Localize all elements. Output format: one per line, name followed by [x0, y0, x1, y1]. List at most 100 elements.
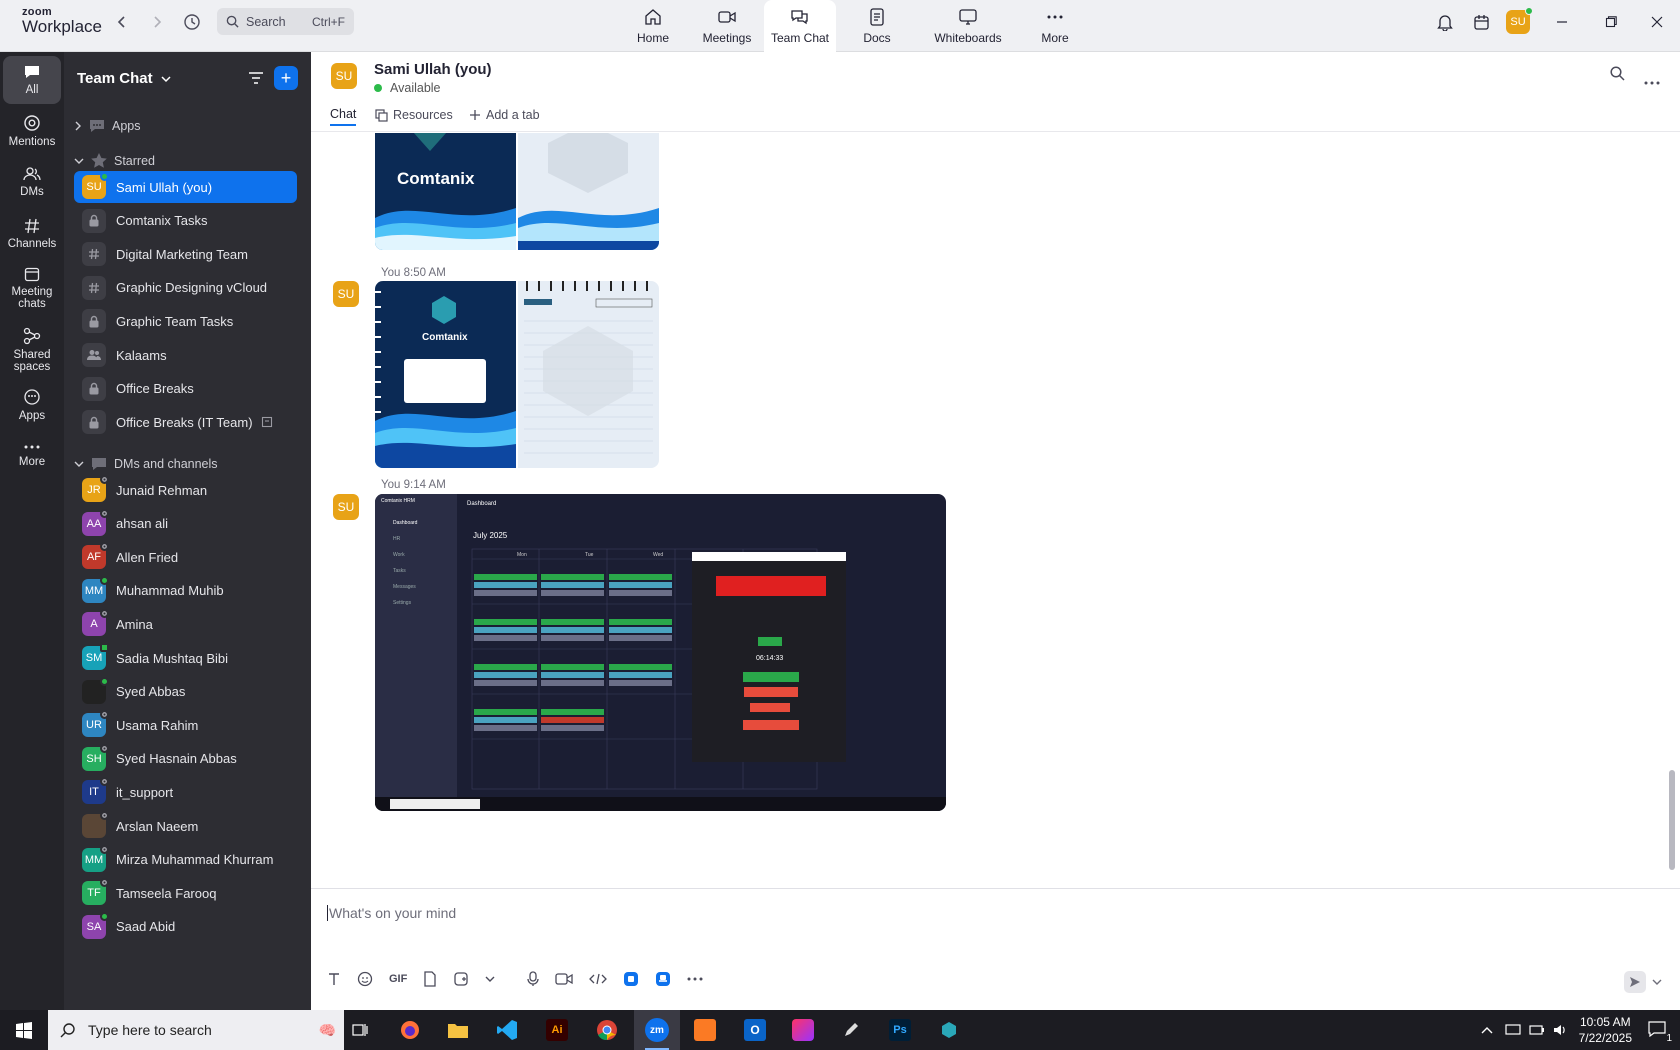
message-input[interactable]: What's on your mind — [327, 905, 456, 921]
xampp-icon[interactable] — [685, 1010, 725, 1050]
close-icon[interactable] — [1642, 0, 1672, 44]
filter-icon[interactable] — [244, 66, 268, 90]
forward-icon[interactable] — [145, 0, 169, 44]
sidebar-item-office-breaks[interactable]: Office Breaks — [74, 373, 297, 405]
rail-all[interactable]: All — [3, 56, 61, 104]
pen-tool-icon[interactable] — [831, 1010, 871, 1050]
meeting-app-icon[interactable] — [655, 971, 671, 987]
rail-channels[interactable]: Channels — [3, 218, 61, 250]
task-view-icon[interactable] — [340, 1010, 380, 1050]
dm-item[interactable]: SH Syed Hasnain Abbas — [74, 743, 297, 775]
maximize-icon[interactable] — [1596, 0, 1626, 44]
new-chat-button[interactable]: + — [274, 66, 298, 90]
rail-dms[interactable]: DMs — [3, 166, 61, 198]
tab-meetings[interactable]: Meetings — [690, 0, 764, 52]
screenshot-attachment[interactable]: Comtanix HRM Dashboard HR Work Tasks Mes… — [375, 494, 946, 811]
outlook-icon[interactable]: O — [735, 1010, 775, 1050]
notifications-icon[interactable] — [1430, 0, 1460, 44]
windows-start-icon[interactable] — [4, 1010, 44, 1050]
more-options-icon[interactable] — [1644, 72, 1660, 90]
rail-meeting-chats[interactable]: Meeting chats — [3, 266, 61, 310]
vscode-icon[interactable] — [487, 1010, 527, 1050]
sender-avatar[interactable]: SU — [333, 281, 359, 307]
chevron-down-icon[interactable] — [1652, 978, 1662, 986]
dm-item[interactable]: MM Mirza Muhammad Khurram — [74, 844, 297, 876]
file-explorer-icon[interactable] — [438, 1010, 478, 1050]
dm-item[interactable]: MM Muhammad Muhib — [74, 575, 297, 607]
comtanix-app-icon[interactable] — [929, 1010, 969, 1050]
dm-item[interactable]: SA Saad Abid — [74, 911, 297, 943]
chevron-down-icon[interactable] — [485, 975, 495, 983]
tab-more[interactable]: More — [1018, 0, 1092, 52]
scrollbar[interactable] — [1669, 770, 1675, 870]
creative-cloud-icon[interactable] — [783, 1010, 823, 1050]
network-icon[interactable] — [1505, 1023, 1521, 1037]
rail-mentions[interactable]: Mentions — [3, 114, 61, 148]
chat-avatar[interactable]: SU — [331, 63, 357, 89]
dm-item[interactable]: AA ahsan ali — [74, 508, 297, 540]
screenshot-icon[interactable] — [453, 971, 469, 987]
tab-add[interactable]: Add a tab — [469, 104, 540, 126]
sender-avatar[interactable]: SU — [333, 494, 359, 520]
app-integration-icon[interactable] — [623, 971, 639, 987]
sidebar-item-office-breaks-it-team[interactable]: Office Breaks (IT Team) — [74, 406, 297, 438]
minimize-icon[interactable] — [1547, 0, 1577, 44]
taskbar-search[interactable]: Type here to search 🧠 — [48, 1010, 344, 1050]
dm-item[interactable]: SM Sadia Mushtaq Bibi — [74, 642, 297, 674]
emoji-icon[interactable] — [357, 971, 373, 987]
search-icon[interactable] — [1610, 66, 1625, 86]
gif-button[interactable]: GIF — [389, 973, 407, 985]
file-icon[interactable] — [423, 971, 437, 987]
history-icon[interactable] — [180, 0, 204, 44]
sidebar-item-digital-marketing-team[interactable]: Digital Marketing Team — [74, 238, 297, 270]
section-starred[interactable]: Starred — [74, 152, 155, 169]
dm-item[interactable]: A Amina — [74, 608, 297, 640]
firefox-icon[interactable] — [390, 1010, 430, 1050]
text-format-icon[interactable] — [327, 972, 341, 986]
sidebar-item-graphic-team-tasks[interactable]: Graphic Team Tasks — [74, 305, 297, 337]
image-attachment[interactable]: Comtanix — [375, 133, 659, 250]
back-icon[interactable] — [110, 0, 134, 44]
chevron-up-icon[interactable] — [1481, 1026, 1493, 1034]
illustrator-icon[interactable]: Ai — [537, 1010, 577, 1050]
send-button[interactable] — [1624, 971, 1646, 993]
sidebar-item-graphic-designing-vcloud[interactable]: Graphic Designing vCloud — [74, 272, 297, 304]
rail-shared-spaces[interactable]: Shared spaces — [3, 327, 61, 373]
section-dms-and-channels[interactable]: DMs and channels — [74, 456, 218, 472]
video-message-icon[interactable] — [555, 972, 573, 986]
profile-avatar[interactable]: SU — [1503, 0, 1533, 44]
section-apps[interactable]: Apps — [74, 118, 141, 134]
sidebar-item-comtanix-tasks[interactable]: Comtanix Tasks — [74, 205, 297, 237]
volume-icon[interactable] — [1553, 1023, 1569, 1037]
dm-item[interactable]: UR Usama Rahim — [74, 709, 297, 741]
image-attachment[interactable]: Comtanix — [375, 281, 659, 468]
chat-title[interactable]: Sami Ullah (you) — [374, 61, 492, 78]
dm-item[interactable]: Arslan Naeem — [74, 810, 297, 842]
sidebar-item-kalaams[interactable]: Kalaams — [74, 339, 297, 371]
rail-apps[interactable]: Apps — [3, 388, 61, 422]
microphone-icon[interactable] — [527, 971, 539, 987]
tab-team-chat[interactable]: Team Chat — [764, 0, 836, 52]
more-icon[interactable] — [687, 977, 703, 981]
clock[interactable]: 10:05 AM 7/22/2025 — [1579, 1014, 1632, 1046]
tab-docs[interactable]: Docs — [836, 0, 918, 52]
dm-item[interactable]: Syed Abbas — [74, 676, 297, 708]
tab-chat[interactable]: Chat — [330, 104, 357, 126]
sidebar-item-sami-ullah-you[interactable]: SU Sami Ullah (you) — [74, 171, 297, 203]
photoshop-icon[interactable]: Ps — [880, 1010, 920, 1050]
tab-whiteboards[interactable]: Whiteboards — [918, 0, 1018, 52]
tab-resources[interactable]: Resources — [375, 104, 453, 126]
dm-item[interactable]: JR Junaid Rehman — [74, 474, 297, 506]
zoom-app-icon[interactable]: zm — [634, 1010, 680, 1050]
chrome-icon[interactable] — [587, 1010, 627, 1050]
dm-item[interactable]: IT it_support — [74, 776, 297, 808]
code-icon[interactable] — [589, 973, 608, 985]
notification-center-icon[interactable]: 1 — [1648, 1020, 1672, 1044]
battery-icon[interactable] — [1529, 1023, 1545, 1037]
tab-home[interactable]: Home — [616, 0, 690, 52]
dm-item[interactable]: AF Allen Fried — [74, 541, 297, 573]
sidebar-title[interactable]: Team Chat — [77, 70, 171, 87]
dm-item[interactable]: TF Tamseela Farooq — [74, 877, 297, 909]
calendar-icon[interactable] — [1466, 0, 1496, 44]
rail-more[interactable]: More — [3, 442, 61, 468]
